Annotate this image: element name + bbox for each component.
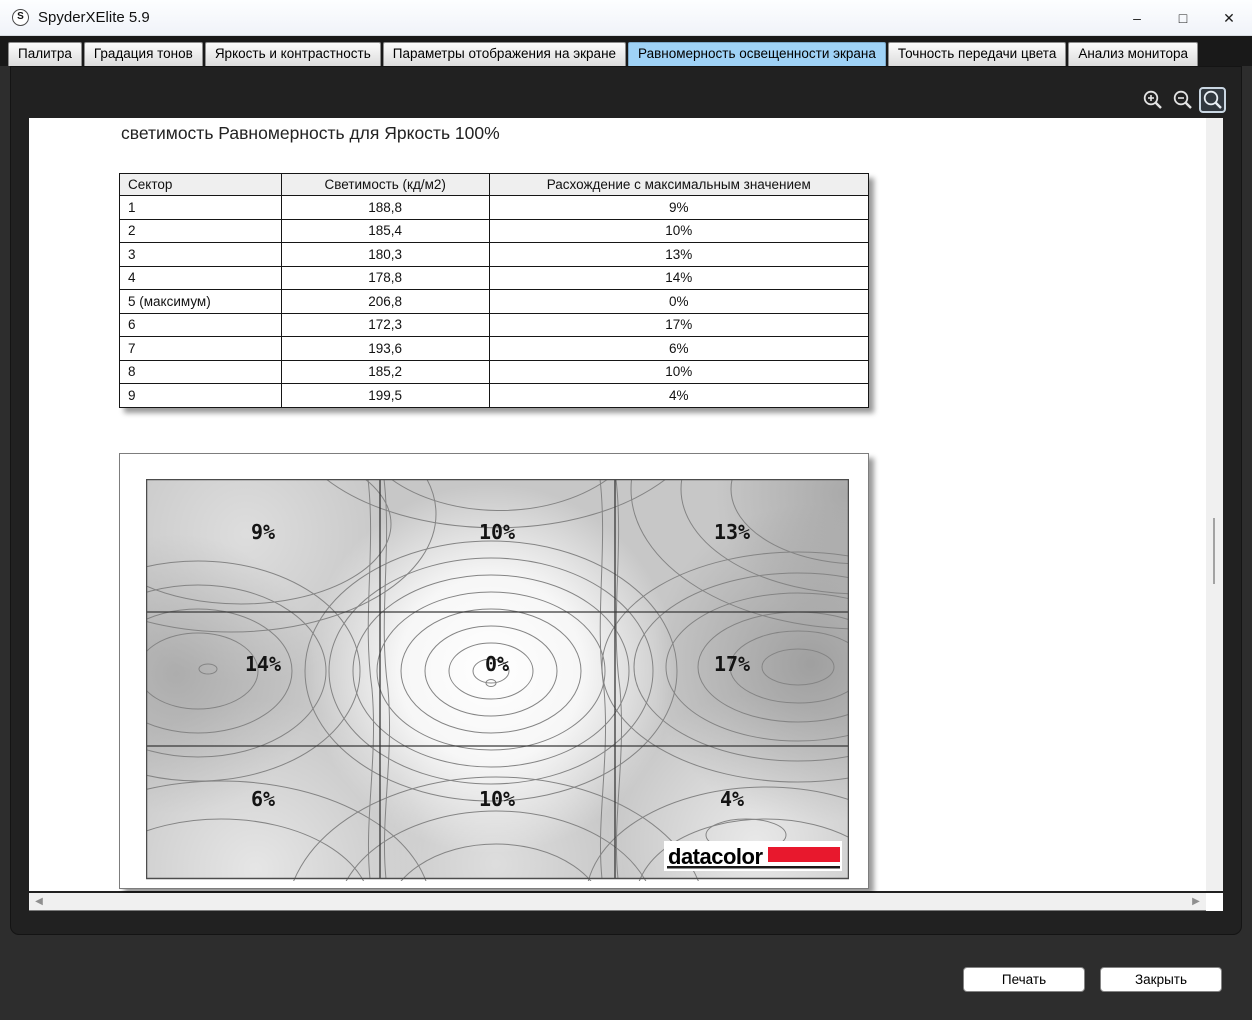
table-cell: 4 xyxy=(119,265,282,290)
table-cell: 178,8 xyxy=(280,265,490,290)
table-row: 9 199,5 4% xyxy=(119,383,870,408)
page-title: светимость Равномерность для Яркость 100… xyxy=(121,123,500,143)
table-header-row: Сектор Светимость (кд/м2) Расхождение с ма… xyxy=(119,173,870,196)
zoom-out-icon xyxy=(1173,90,1192,109)
table-cell: 185,2 xyxy=(280,359,490,384)
tab-7[interactable]: Анализ монитора xyxy=(1068,42,1198,66)
contour-svg: datacolor 9% 10% 13% 14% 0% 17% 6% 10% 4% xyxy=(146,479,849,881)
table-row: 3 180,3 13% xyxy=(119,242,870,267)
contour-label: 14% xyxy=(245,652,281,676)
tab-2[interactable]: Градация тонов xyxy=(83,42,203,66)
table-cell: 6 xyxy=(119,312,282,337)
table-cell: 7 xyxy=(119,336,282,361)
table-row: 6 172,3 17% xyxy=(119,312,870,337)
table-cell: 1 xyxy=(119,195,282,220)
contour-label: 0% xyxy=(485,652,509,676)
vertical-scrollbar-thumb[interactable] xyxy=(1213,518,1215,584)
table-cell: 180,3 xyxy=(280,242,490,267)
zoom-fit-icon xyxy=(1203,90,1222,109)
maximize-button[interactable]: □ xyxy=(1160,0,1206,36)
table-cell: 9 xyxy=(119,383,282,408)
uniformity-contour-figure: datacolor 9% 10% 13% 14% 0% 17% 6% 10% 4% xyxy=(119,453,869,889)
table-cell: 13% xyxy=(488,242,870,267)
table-row: 1 188,8 9% xyxy=(119,195,870,220)
tab-3[interactable]: Яркость и контрастность xyxy=(204,42,381,66)
table-cell: 17% xyxy=(488,312,870,337)
tab-5[interactable]: Равномерность освещенности экрана xyxy=(628,42,886,66)
contour-label: 4% xyxy=(720,787,744,811)
table-row: 4 178,8 14% xyxy=(119,265,870,290)
table-cell: 4% xyxy=(488,383,870,408)
zoom-in-button[interactable] xyxy=(1139,87,1166,113)
vertical-scrollbar[interactable] xyxy=(1206,118,1223,891)
contour-label: 17% xyxy=(714,652,750,676)
window-title: SpyderXElite 5.9 xyxy=(38,9,150,26)
tab-bar: Палитра Градация тонов Яркость и контрастн… xyxy=(0,36,1252,66)
table-header-cell: Светимость (кд/м2) xyxy=(280,173,490,196)
uniformity-table: Сектор Светимость (кд/м2) Расхождение с ма… xyxy=(119,173,870,408)
table-row: 8 185,2 10% xyxy=(119,359,870,384)
table-row: 2 185,4 10% xyxy=(119,218,870,243)
horizontal-scrollbar[interactable]: ◀ ▶ xyxy=(29,893,1206,911)
zoom-fit-button[interactable] xyxy=(1199,87,1226,113)
table-cell: 3 xyxy=(119,242,282,267)
tab-1[interactable]: Палитра xyxy=(8,42,82,66)
table-cell: 188,8 xyxy=(280,195,490,220)
table-cell: 172,3 xyxy=(280,312,490,337)
datacolor-logo-redbar xyxy=(768,847,840,862)
table-row: 7 193,6 6% xyxy=(119,336,870,361)
table-cell: 9% xyxy=(488,195,870,220)
zoom-toolbar xyxy=(1139,87,1226,113)
close-button[interactable]: ✕ xyxy=(1206,0,1252,36)
table-row: 5 (максимум) 206,8 0% xyxy=(119,289,870,314)
table-cell: 0% xyxy=(488,289,870,314)
datacolor-logo: datacolor xyxy=(664,841,842,871)
table-cell: 14% xyxy=(488,265,870,290)
scroll-right-icon[interactable]: ▶ xyxy=(1188,893,1204,910)
report-page: светимость Равномерность для Яркость 100… xyxy=(29,118,1206,891)
minimize-button[interactable]: – xyxy=(1114,0,1160,36)
table-cell: 10% xyxy=(488,218,870,243)
window-controls: – □ ✕ xyxy=(1114,0,1252,36)
scrollbar-corner xyxy=(1206,893,1223,911)
table-header-cell: Сектор xyxy=(119,173,282,196)
table-cell: 6% xyxy=(488,336,870,361)
table-cell: 193,6 xyxy=(280,336,490,361)
table-cell: 199,5 xyxy=(280,383,490,408)
table-cell: 2 xyxy=(119,218,282,243)
datacolor-logo-text: datacolor xyxy=(668,844,763,869)
table-cell: 5 (максимум) xyxy=(119,289,282,314)
table-cell: 8 xyxy=(119,359,282,384)
print-button[interactable]: Печать xyxy=(963,967,1085,992)
zoom-in-icon xyxy=(1143,90,1162,109)
contour-label: 6% xyxy=(251,787,275,811)
zoom-out-button[interactable] xyxy=(1169,87,1196,113)
contour-label: 10% xyxy=(479,787,515,811)
table-cell: 185,4 xyxy=(280,218,490,243)
close-dialog-button[interactable]: Закрыть xyxy=(1100,967,1222,992)
contour-label: 13% xyxy=(714,520,750,544)
contour-label: 10% xyxy=(479,520,515,544)
tab-6[interactable]: Точность передачи цвета xyxy=(887,42,1067,66)
app-icon: S xyxy=(12,9,29,26)
table-header-cell: Расхождение с максимальным значением xyxy=(488,173,870,196)
table-cell: 10% xyxy=(488,359,870,384)
table-body: 1 188,8 9% 2 185,4 10% 3 180,3 13% 4 178,8 14% 5 (ма… xyxy=(119,195,870,408)
scroll-left-icon[interactable]: ◀ xyxy=(31,893,47,910)
window-titlebar: S SpyderXElite 5.9 – □ ✕ xyxy=(0,0,1252,36)
report-panel: светимость Равномерность для Яркость 100… xyxy=(10,66,1242,935)
tab-4[interactable]: Параметры отображения на экране xyxy=(382,42,627,66)
contour-label: 9% xyxy=(251,520,275,544)
table-cell: 206,8 xyxy=(280,289,490,314)
